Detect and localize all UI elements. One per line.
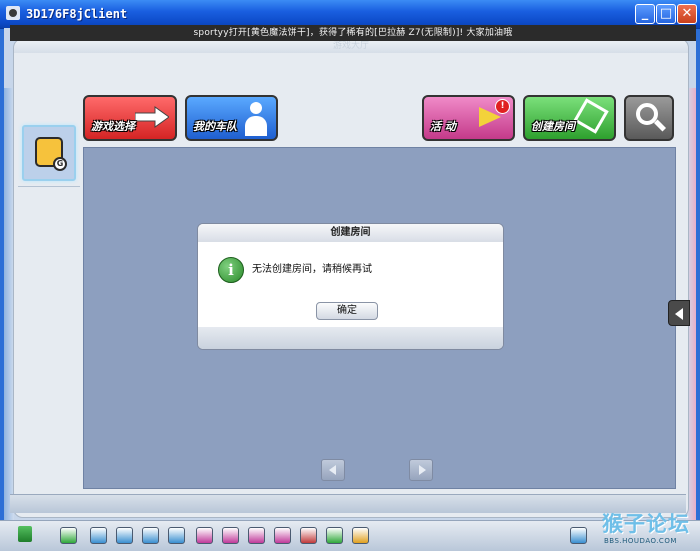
game-select-label: 游戏选择	[91, 120, 135, 133]
game-select-button[interactable]: 游戏选择	[83, 95, 177, 141]
card-icon[interactable]	[168, 527, 185, 544]
chat-icon[interactable]	[326, 527, 343, 544]
activity-button[interactable]: ! 活 动	[422, 95, 515, 141]
watermark-logo: 猴子论坛	[602, 512, 690, 536]
next-page-button[interactable]	[409, 459, 433, 481]
chevron-left-icon	[675, 308, 683, 320]
site-watermark: 猴子论坛 BBS.HOUDAO.COM	[600, 508, 698, 550]
gift-icon[interactable]	[196, 527, 213, 544]
watermark-url: BBS.HOUDAO.COM	[604, 537, 677, 545]
dialog-message: 无法创建房间，请稍候再试	[252, 264, 372, 275]
create-room-dialog: 创建房间 i 无法创建房间，请稍候再试 确定	[197, 223, 504, 350]
search-button[interactable]	[624, 95, 674, 141]
maximize-button[interactable]: □	[656, 4, 676, 24]
my-team-button[interactable]: 我的车队	[185, 95, 278, 141]
window-title: 3D176F8jClient	[26, 7, 128, 21]
character-icon[interactable]	[10, 525, 40, 547]
hand-icon[interactable]	[222, 527, 239, 544]
app-icon	[6, 6, 20, 20]
book-icon[interactable]	[274, 527, 291, 544]
cart-icon[interactable]	[90, 527, 107, 544]
frame-header: 游戏大厅	[14, 39, 688, 53]
search-icon-handle	[653, 119, 667, 132]
sidebar-divider	[18, 186, 80, 187]
collapse-panel-button[interactable]	[668, 300, 690, 326]
back-icon[interactable]	[60, 527, 77, 544]
heart-icon[interactable]	[248, 527, 265, 544]
bottom-toolbar	[0, 520, 700, 551]
settings-icon[interactable]	[570, 527, 587, 544]
dialog-title: 创建房间	[198, 224, 503, 243]
sidebar-friends-tab[interactable]: G	[22, 125, 76, 181]
arrow-right-icon	[135, 106, 169, 128]
pencil-icon[interactable]	[352, 527, 369, 544]
person-icon	[244, 102, 268, 136]
my-team-label: 我的车队	[193, 120, 237, 133]
dialog-body: i 无法创建房间，请稍候再试 确定	[198, 242, 503, 327]
prev-page-button[interactable]	[321, 459, 345, 481]
stars-icon[interactable]	[300, 527, 317, 544]
dialog-footer	[198, 327, 503, 349]
ok-button[interactable]: 确定	[316, 302, 378, 320]
bottom-bar	[10, 494, 686, 513]
minimize-button[interactable]: _	[635, 4, 655, 24]
news-ticker: sportyy打开[黄色魔法饼干]，获得了稀有的[巴拉赫 Z7(无限制)]! 大…	[10, 25, 696, 41]
friends-group-icon: G	[35, 137, 67, 171]
chevron-left-icon	[329, 465, 336, 475]
info-icon: i	[218, 257, 244, 283]
cube-icon	[573, 98, 609, 134]
wrench-icon[interactable]	[142, 527, 159, 544]
activity-badge: !	[495, 99, 510, 114]
create-room-label: 创建房间	[531, 120, 575, 133]
chevron-right-icon	[419, 465, 426, 475]
close-button[interactable]: ✕	[677, 4, 697, 24]
home-icon[interactable]	[116, 527, 133, 544]
activity-label: 活 动	[430, 120, 456, 133]
create-room-button[interactable]: 创建房间	[523, 95, 616, 141]
